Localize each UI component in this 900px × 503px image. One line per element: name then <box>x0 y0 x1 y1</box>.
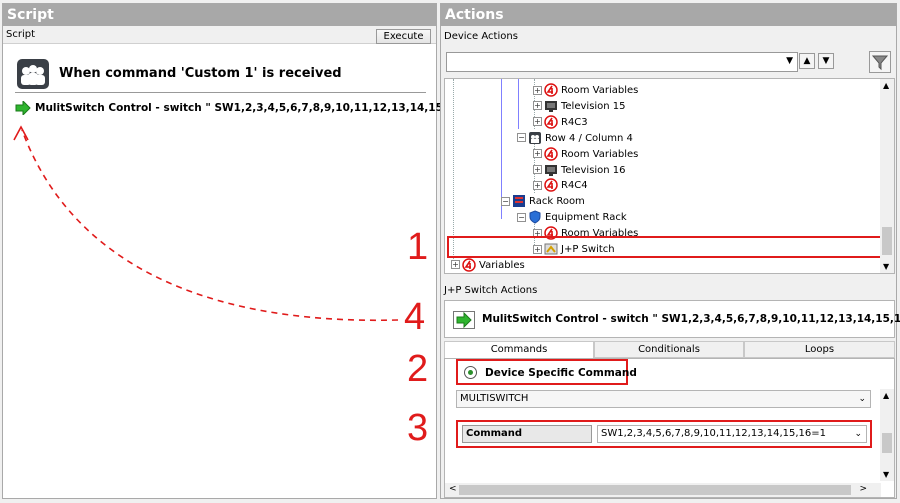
tree-item-label: Television 15 <box>561 100 626 112</box>
jp-action-box[interactable]: MulitSwitch Control - switch " SW1,2,3,4… <box>444 300 900 338</box>
tree-item-label: Television 16 <box>561 164 626 176</box>
shield-icon <box>528 210 542 224</box>
tree-item[interactable]: + Room Variables <box>533 83 638 99</box>
tree-item-label: R4C4 <box>561 180 588 192</box>
expand-toggle-icon[interactable]: + <box>533 101 542 111</box>
tree-item-label: R4C3 <box>561 116 588 128</box>
green-arrow-icon <box>453 311 475 329</box>
command-select[interactable]: MULTISWITCH ⌄ <box>456 390 871 408</box>
scroll-left-icon[interactable]: < <box>449 484 457 494</box>
expand-toggle-icon[interactable]: − <box>517 212 526 222</box>
scroll-thumb[interactable] <box>882 227 892 255</box>
device-specific-command-label[interactable]: Device Specific Command <box>485 367 637 379</box>
command-select-value: MULTISWITCH <box>460 393 529 404</box>
scroll-right-icon[interactable]: > <box>859 484 867 494</box>
command-param-value: SW1,2,3,4,5,6,7,8,9,10,11,12,13,14,15,16… <box>601 428 826 439</box>
expand-toggle-icon[interactable]: + <box>451 260 460 270</box>
command-param-label: Command <box>466 428 523 439</box>
highlight-box-1 <box>447 236 883 258</box>
scroll-up-icon[interactable]: ▲ <box>883 391 889 400</box>
tv-icon <box>544 163 558 177</box>
tree-item-label: Room Variables <box>561 85 639 96</box>
room-icon <box>528 131 542 145</box>
rack-room-icon <box>512 194 526 208</box>
tree-item[interactable]: + R4C3 <box>533 115 588 131</box>
scroll-down-icon[interactable]: ▼ <box>883 262 889 271</box>
c4-icon <box>544 178 558 193</box>
tree-item[interactable]: − Equipment Rack <box>517 210 627 226</box>
tv-icon <box>544 99 558 113</box>
search-down-button[interactable]: ▼ <box>818 53 834 69</box>
tree-item[interactable]: − Row 4 / Column 4 <box>517 131 633 147</box>
scroll-up-icon[interactable]: ▲ <box>883 81 889 90</box>
expand-toggle-icon[interactable]: + <box>533 149 542 159</box>
tree-scrollbar[interactable]: ▲ ▼ <box>880 79 894 273</box>
tree-item[interactable]: − Rack Room <box>501 194 585 210</box>
commands-panel: Device Specific Command MULTISWITCH ⌄ Co… <box>444 358 895 498</box>
filter-icon[interactable] <box>869 51 891 73</box>
tree-line <box>518 79 519 129</box>
c4-icon <box>544 146 558 161</box>
tab-conditionals[interactable]: Conditionals <box>594 341 744 358</box>
expand-toggle-icon[interactable]: + <box>533 117 542 127</box>
chevron-down-icon[interactable]: ▼ <box>786 56 793 66</box>
horizontal-scrollbar[interactable]: < > <box>445 483 881 497</box>
tree-item[interactable]: + Variables <box>451 258 525 273</box>
actions-panel-title: Actions <box>441 4 896 26</box>
jp-actions-label: J+P Switch Actions <box>444 285 538 296</box>
device-actions-label: Device Actions <box>444 31 518 42</box>
c4-icon <box>544 83 558 97</box>
device-search-combo[interactable]: ▼ <box>446 52 798 72</box>
tree-item[interactable]: + Television 15 <box>533 99 626 115</box>
scroll-thumb[interactable] <box>882 433 892 453</box>
expand-toggle-icon[interactable]: − <box>517 133 526 143</box>
expand-toggle-icon[interactable]: − <box>501 196 510 206</box>
c4-icon <box>544 115 558 129</box>
tab-loops[interactable]: Loops <box>744 341 895 358</box>
tree-item[interactable]: + R4C4 <box>533 178 588 194</box>
scroll-thumb[interactable] <box>459 485 851 495</box>
c4-icon <box>462 258 476 272</box>
tree-item[interactable]: + Television 16 <box>533 163 626 179</box>
tree-item-label: Rack Room <box>529 196 585 208</box>
annotation-number-4: 4 <box>404 296 426 338</box>
annotation-number-3: 3 <box>407 407 429 449</box>
command-param-select[interactable]: SW1,2,3,4,5,6,7,8,9,10,11,12,13,14,15,16… <box>597 425 867 443</box>
jp-command-text: MulitSwitch Control - switch " SW1,2,3,4… <box>482 313 900 325</box>
command-param-label-box: Command <box>462 425 592 443</box>
actions-panel: Actions Device Actions ▼ ▲ ▼ + Room Varia… <box>440 3 900 499</box>
tree-item-label: Room Variables <box>561 148 639 160</box>
commands-scrollbar[interactable]: ▲ ▼ <box>880 389 894 481</box>
annotation-number-2: 2 <box>407 348 429 390</box>
scroll-down-icon[interactable]: ▼ <box>883 470 889 479</box>
tree-item-label: Equipment Rack <box>545 212 627 224</box>
annotation-number-1: 1 <box>407 226 429 268</box>
expand-toggle-icon[interactable]: + <box>533 180 542 190</box>
expand-toggle-icon[interactable]: + <box>533 85 542 95</box>
expand-toggle-icon[interactable]: + <box>533 165 542 174</box>
tree-line <box>453 79 454 259</box>
device-tree: + Room Variables + Television 15 + R4C3 − Row 4… <box>444 78 895 274</box>
chevron-down-icon: ⌄ <box>858 394 866 404</box>
search-up-button[interactable]: ▲ <box>799 53 815 69</box>
tree-item-label: Variables <box>479 259 525 271</box>
tab-commands[interactable]: Commands <box>444 341 594 358</box>
tree-item-label: Row 4 / Column 4 <box>545 132 633 144</box>
chevron-down-icon: ⌄ <box>854 429 862 439</box>
radio-selected-icon[interactable] <box>464 366 477 379</box>
tree-item[interactable]: + Room Variables <box>533 146 639 163</box>
